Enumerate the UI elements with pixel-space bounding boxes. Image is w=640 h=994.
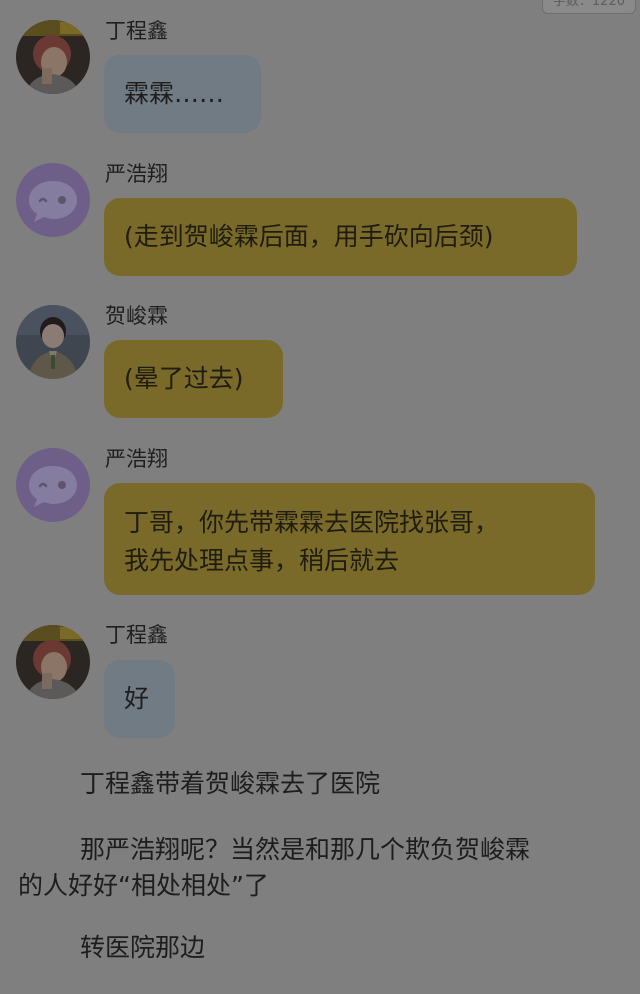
message-line: 丁哥，你先带霖霖去医院找张哥，: [124, 508, 500, 537]
avatar[interactable]: [16, 163, 90, 237]
narration-paragraph: 转医院那边: [18, 930, 628, 966]
photo-avatar-suit-icon: [16, 305, 90, 379]
narration-paragraph: 丁程鑫带着贺峻霖去了医院: [18, 766, 628, 802]
sender-name: 丁程鑫: [105, 19, 168, 43]
word-count-badge: 字数：1220: [541, 0, 636, 14]
narration-line: 的人好好“相处相处”了: [18, 871, 269, 900]
message-bubble: 丁哥，你先带霖霖去医院找张哥， 我先处理点事，稍后就去: [104, 483, 595, 595]
avatar[interactable]: [16, 305, 90, 379]
sender-name: 丁程鑫: [105, 623, 168, 647]
narration-line: 丁程鑫带着贺峻霖去了医院: [80, 769, 381, 798]
message-bubble: (走到贺峻霖后面，用手砍向后颈): [104, 198, 577, 276]
avatar[interactable]: [16, 625, 90, 699]
message-bubble: 霖霖……: [104, 55, 261, 133]
avatar[interactable]: [16, 20, 90, 94]
narration-line: 转医院那边: [80, 933, 206, 962]
message-bubble: 好: [104, 660, 175, 738]
narration-line: 那严浩翔呢？当然是和那几个欺负贺峻霖: [80, 835, 531, 864]
photo-avatar-red-hair-icon: [16, 20, 90, 94]
chat-bubble-icon: [16, 163, 90, 237]
message-bubble: (晕了过去): [104, 340, 283, 418]
photo-avatar-red-hair-icon: [16, 625, 90, 699]
chat-bubble-icon: [16, 448, 90, 522]
sender-name: 严浩翔: [105, 162, 168, 186]
sender-name: 严浩翔: [105, 447, 168, 471]
avatar[interactable]: [16, 448, 90, 522]
narration-paragraph: 那严浩翔呢？当然是和那几个欺负贺峻霖 的人好好“相处相处”了: [18, 832, 628, 904]
sender-name: 贺峻霖: [105, 304, 168, 328]
message-line: 我先处理点事，稍后就去: [124, 546, 400, 575]
